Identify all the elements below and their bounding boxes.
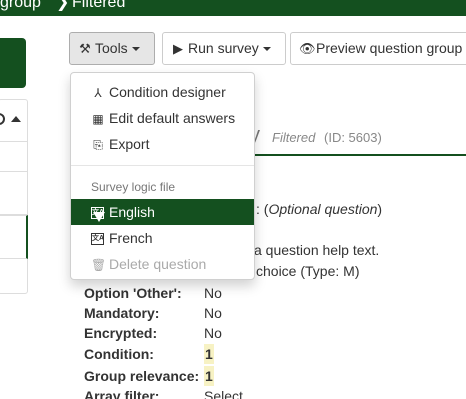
property-value: No [204,325,222,341]
breadcrumb-current: Filtered [72,0,126,11]
run-survey-button[interactable]: ▶ Run survey [162,32,286,65]
group-relevance-value: 1 [204,366,214,386]
sidebar [0,16,56,399]
menu-item-french[interactable]: 文A French [71,225,254,251]
trash-icon: 🗑 [91,258,107,272]
breadcrumb-separator: ❯ [56,0,70,11]
eye-icon: 👁 [299,41,316,56]
tools-button-label: Tools [95,40,128,56]
table-icon: ▦ [92,112,104,126]
menu-item-delete-question[interactable]: 🗑 Delete question [71,251,254,277]
menu-item-label: Delete question [109,256,207,272]
chevron-down-icon [131,47,140,52]
sidebar-list-item[interactable] [0,171,28,215]
circle-icon [0,113,5,125]
menu-item-label: Edit default answers [109,110,236,126]
menu-item-label: English [109,204,155,220]
menu-item-label: Condition designer [109,84,226,100]
property-label: Group relevance: [84,368,200,384]
property-label: Option 'Other': [84,285,182,301]
condition-value: 1 [204,344,214,364]
tools-icon: ⚒ [79,41,91,56]
property-value: No [204,285,222,301]
question-code: Filtered [272,130,316,145]
optional-prefix: : ( [256,201,269,217]
sidebar-panel [0,99,28,294]
breadcrumb-previous[interactable]: group [0,0,41,11]
menu-item-label: Export [109,136,150,152]
sidebar-list-item-active[interactable] [0,215,28,259]
run-survey-label: Run survey [188,40,259,56]
sidebar-primary-button[interactable] [0,38,26,88]
play-icon: ▶ [173,41,183,56]
optional-question-text: Optional question [268,201,378,217]
breadcrumb-bar: group ❯ Filtered [0,0,466,16]
caret-up-icon[interactable] [11,116,21,122]
property-label: Mandatory: [84,305,160,321]
condition-icon: ⅄ [94,86,102,100]
menu-item-export[interactable]: ⎘ Export [71,131,254,157]
preview-question-group-button[interactable]: 👁Preview question group [290,32,466,65]
preview-label: Preview question group [316,40,463,56]
question-type-fragment: choice (Type: M) [256,263,360,279]
menu-item-edit-default-answers[interactable]: ▦ Edit default answers [71,105,254,131]
property-label: Array filter: [84,388,160,399]
menu-item-condition-designer[interactable]: ⅄ Condition designer [71,79,254,105]
menu-divider [71,165,254,166]
export-icon: ⎘ [93,138,103,152]
property-value: No [204,305,222,321]
mouse-cursor-icon [93,212,105,222]
menu-item-label: French [109,230,153,246]
menu-section-header: Survey logic file [91,180,176,194]
tools-button[interactable]: ⚒ Tools [69,32,155,65]
help-text-fragment: a question help text. [254,242,380,258]
property-label: Encrypted: [84,325,158,341]
tools-dropdown-menu: ⅄ Condition designer ▦ Edit default answer… [70,72,255,280]
optional-question-line: : (Optional question) [256,201,382,217]
language-icon: 文A [91,233,104,246]
property-value: Select [204,388,243,399]
optional-suffix: ) [377,201,383,217]
sidebar-panel-header[interactable] [0,100,27,142]
chevron-down-icon [262,47,271,52]
property-label: Condition: [84,346,154,362]
question-id: (ID: 5603) [324,130,382,145]
